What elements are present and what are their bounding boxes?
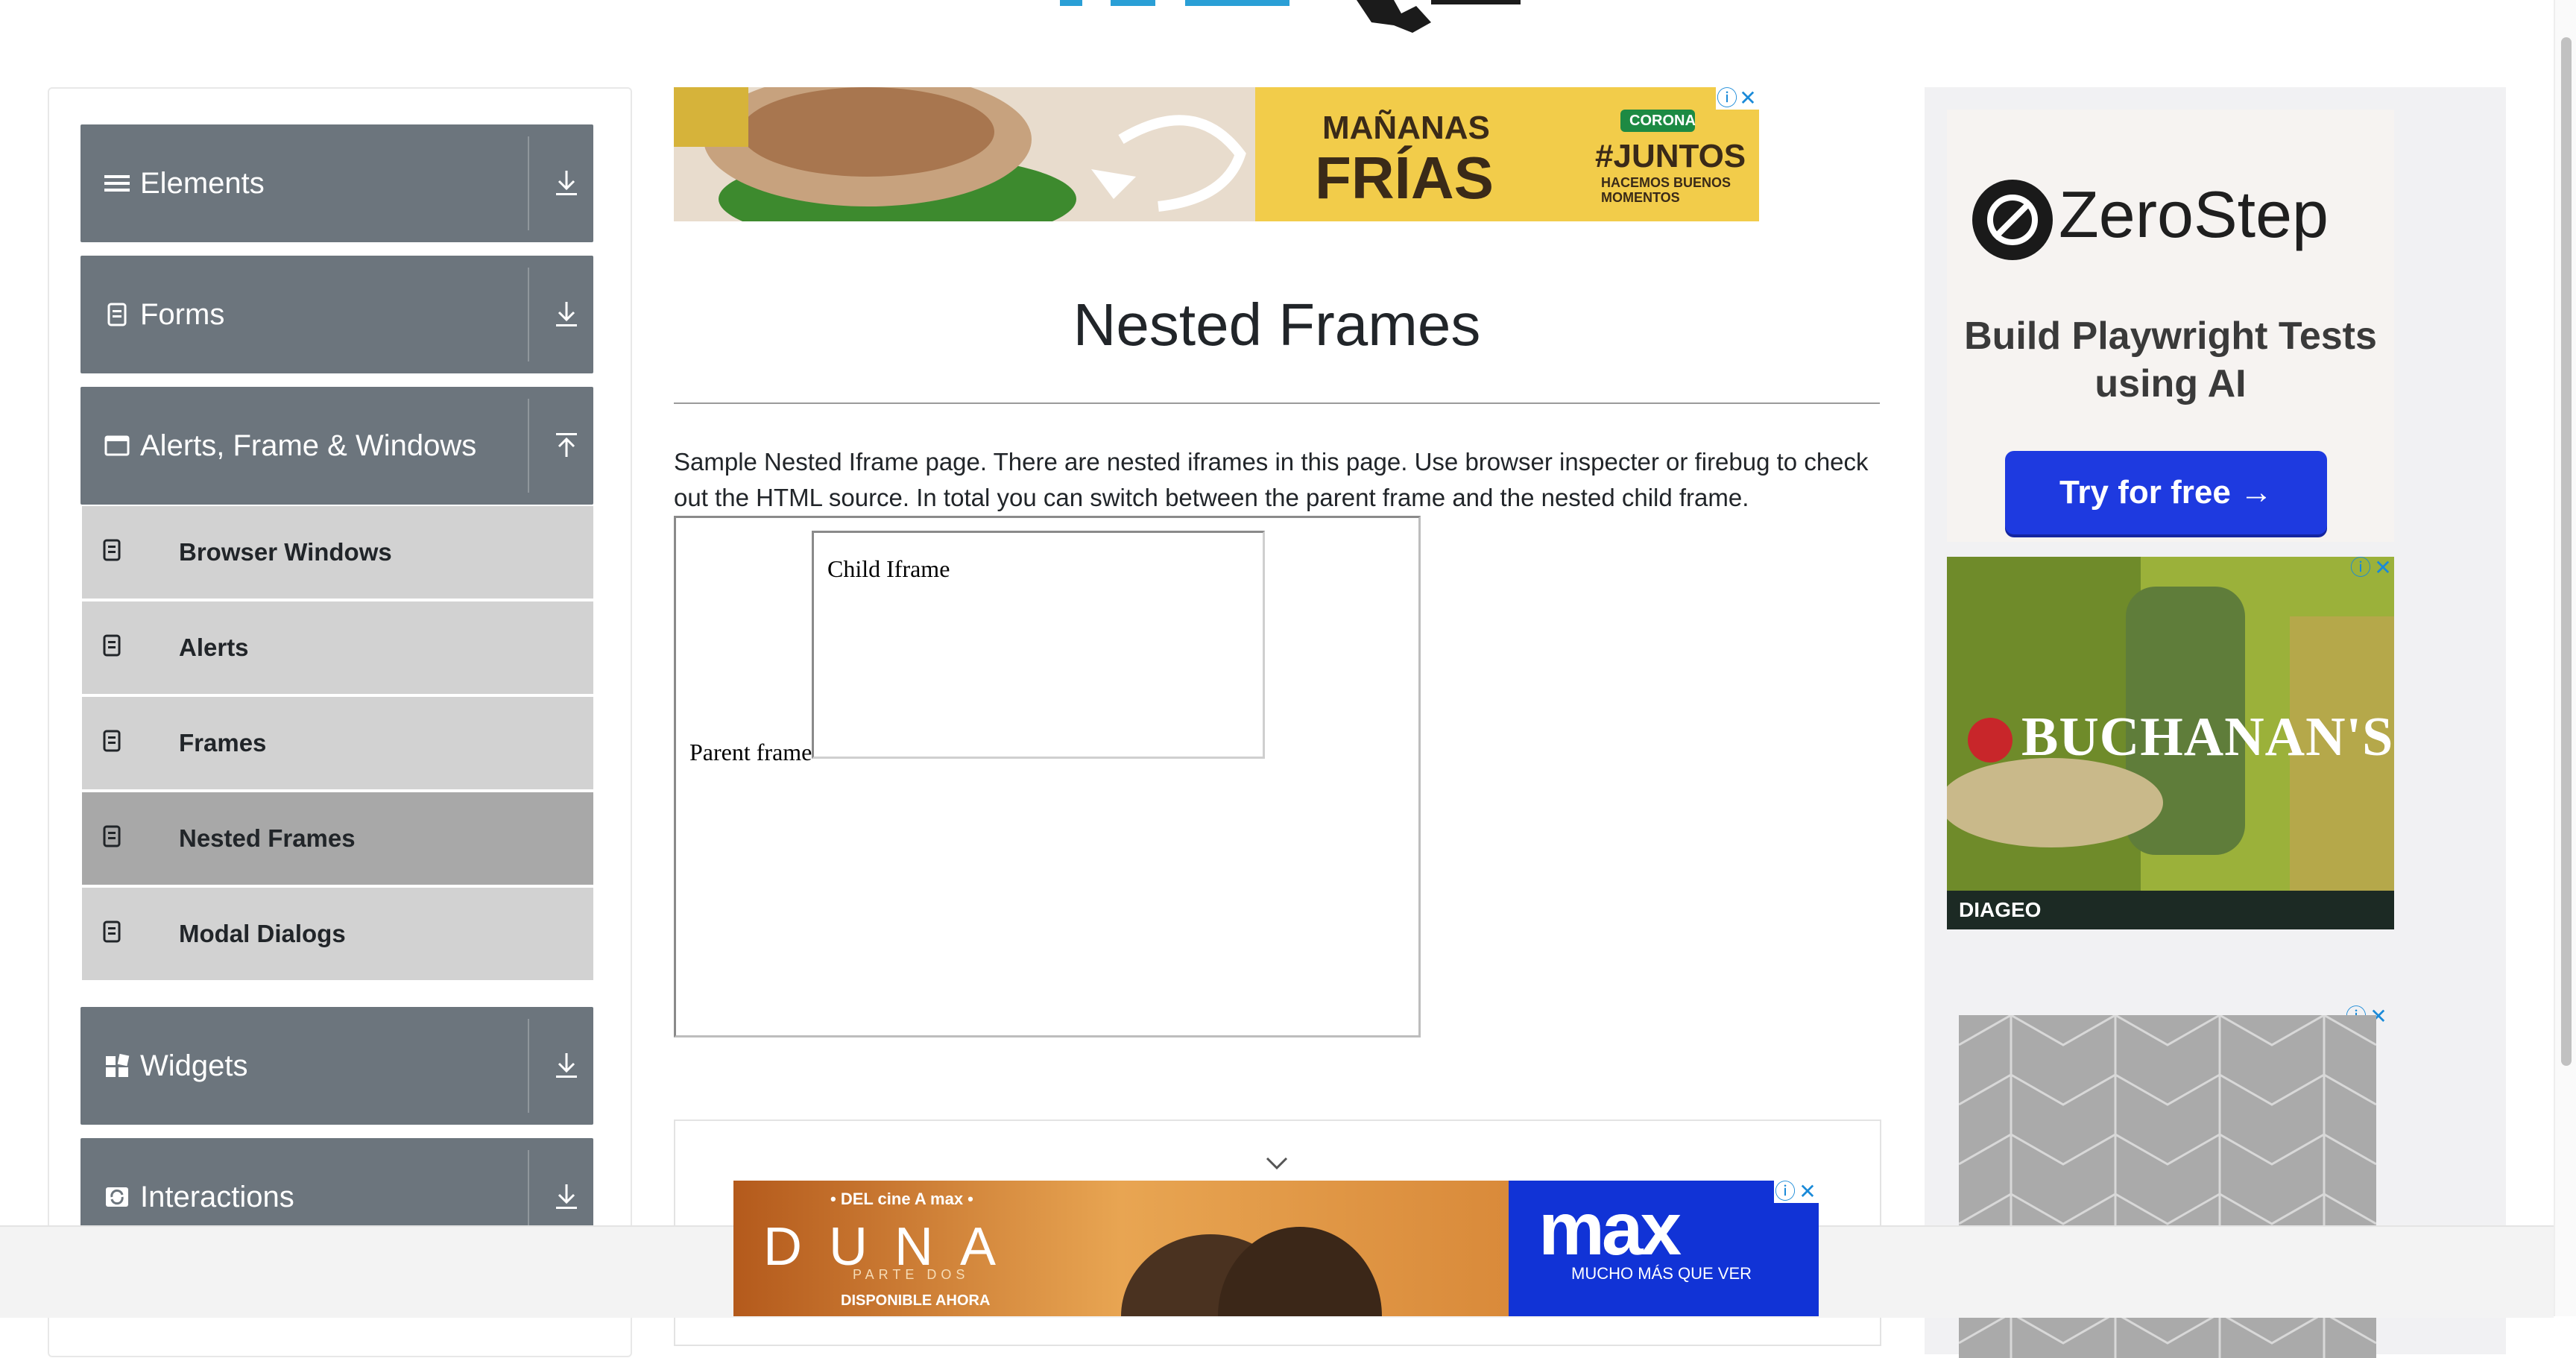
collapse-arrow-icon[interactable]: [550, 429, 583, 463]
vertical-scrollbar[interactable]: [2554, 0, 2576, 1316]
ad-close-icon[interactable]: ✕: [1737, 87, 1759, 110]
divider: [528, 268, 529, 361]
ad-hashtag: #JUNTOS: [1595, 138, 1746, 174]
list-item-icon: [103, 825, 121, 847]
list-item-icon: [103, 539, 121, 561]
sidebar-group-label: Alerts, Frame & Windows: [140, 429, 477, 462]
sidebar-item-label: Frames: [179, 729, 267, 757]
scrollbar-thumb[interactable]: [2561, 37, 2572, 1066]
ad-info-icon[interactable]: ⓘ: [1774, 1181, 1796, 1203]
expand-arrow-icon[interactable]: [550, 1180, 583, 1214]
list-icon: [104, 175, 130, 192]
widgets-icon: [106, 1053, 130, 1077]
list-item-icon: [103, 730, 121, 752]
child-iframe-label: Child Iframe: [827, 555, 950, 582]
sidebar-group-forms[interactable]: Forms: [80, 256, 593, 373]
site-logo[interactable]: [1044, 0, 1528, 37]
ad-info-icon[interactable]: ⓘ: [1716, 87, 1738, 110]
ad-close-icon[interactable]: ✕: [2372, 557, 2394, 579]
ad-close-icon[interactable]: ✕: [1796, 1181, 1819, 1203]
form-icon: [107, 303, 127, 326]
sidebar-item-nested-frames[interactable]: Nested Frames: [82, 792, 593, 888]
window-icon: [104, 435, 130, 456]
sidebar-item-modal-dialogs[interactable]: Modal Dialogs: [82, 888, 593, 983]
sidebar-group-label: Elements: [140, 167, 265, 200]
buchanans-brand: BUCHANAN'S: [2021, 707, 2394, 768]
ad-tagline: HACEMOS BUENOS MOMENTOS: [1601, 175, 1731, 205]
chevron-down-icon[interactable]: [1264, 1155, 1289, 1172]
page-description: Sample Nested Iframe page. There are nes…: [674, 448, 1869, 511]
sidebar-group-alerts-frame-windows[interactable]: Alerts, Frame & Windows: [80, 387, 593, 505]
parent-frame[interactable]: Parent frame Child Iframe: [674, 516, 1421, 1038]
sidebar-item-frames[interactable]: Frames: [82, 697, 593, 792]
sidebar-group-widgets[interactable]: Widgets: [80, 1007, 593, 1125]
diageo-brand: DIAGEO: [1959, 898, 2042, 921]
ad-headline: MAÑANAS: [1322, 110, 1490, 146]
divider: [528, 136, 529, 230]
page-title: Nested Frames: [1073, 291, 1481, 358]
divider: [528, 1019, 529, 1113]
sidebar: Elements Forms Alerts, Frame & Windows B…: [48, 87, 632, 1357]
sidebar-item-browser-windows[interactable]: Browser Windows: [82, 506, 593, 601]
ad-movie-subtitle: PARTE DOS: [853, 1267, 970, 1282]
ad-badge: CORONA: [1629, 113, 1696, 129]
ad-top-line: • DEL cine A max •: [830, 1190, 973, 1208]
interactions-icon: [106, 1187, 128, 1207]
expand-arrow-icon[interactable]: [550, 1049, 583, 1083]
top-ad-banner[interactable]: MAÑANAS FRÍAS CORONA #JUNTOS HACEMOS BUE…: [674, 87, 1759, 221]
list-item-icon: [103, 920, 121, 943]
max-tagline: MUCHO MÁS QUE VER: [1571, 1264, 1752, 1283]
sidebar-item-label: Browser Windows: [179, 538, 392, 566]
sidebar-group-elements[interactable]: Elements: [80, 124, 593, 242]
ad-cta: DISPONIBLE AHORA: [841, 1292, 991, 1309]
buchanans-ad[interactable]: BUCHANAN'S DIAGEO ⓘ ✕: [1947, 557, 2394, 929]
ad-info-icon[interactable]: ⓘ: [2349, 557, 2372, 579]
list-item-icon: [103, 634, 121, 657]
parent-frame-label: Parent frame: [689, 739, 812, 765]
ad-footer: DIAGEO: [1947, 891, 2394, 929]
expand-arrow-icon[interactable]: [550, 297, 583, 332]
sidebar-item-label: Alerts: [179, 634, 249, 661]
child-iframe[interactable]: Child Iframe: [812, 531, 1265, 759]
bottom-ad-banner[interactable]: • DEL cine A max • DUNA PARTE DOS DISPON…: [733, 1181, 1819, 1316]
sidebar-item-label: Nested Frames: [179, 824, 356, 852]
try-for-free-button[interactable]: Try for free →: [2005, 451, 2327, 534]
expand-arrow-icon[interactable]: [550, 166, 583, 200]
max-logo: max: [1538, 1187, 1682, 1271]
zerostep-ad[interactable]: ZeroStep Build Playwright Tests using AI…: [1947, 110, 2394, 542]
zerostep-brand: ZeroStep: [2059, 177, 2329, 251]
zerostep-tagline: Build Playwright Tests using AI: [1964, 315, 2377, 405]
divider: [674, 402, 1880, 404]
ad-headline-big: FRÍAS: [1315, 145, 1494, 211]
zerostep-logo-icon: [1972, 180, 2053, 260]
right-ad-column: ZeroStep Build Playwright Tests using AI…: [1925, 87, 2506, 1358]
divider: [528, 399, 529, 493]
sidebar-item-label: Modal Dialogs: [179, 920, 346, 947]
sidebar-group-label: Widgets: [140, 1049, 248, 1082]
max-brand-panel: max MUCHO MÁS QUE VER: [1509, 1181, 1819, 1316]
sidebar-item-alerts[interactable]: Alerts: [82, 601, 593, 697]
sidebar-group-label: Forms: [140, 298, 225, 331]
